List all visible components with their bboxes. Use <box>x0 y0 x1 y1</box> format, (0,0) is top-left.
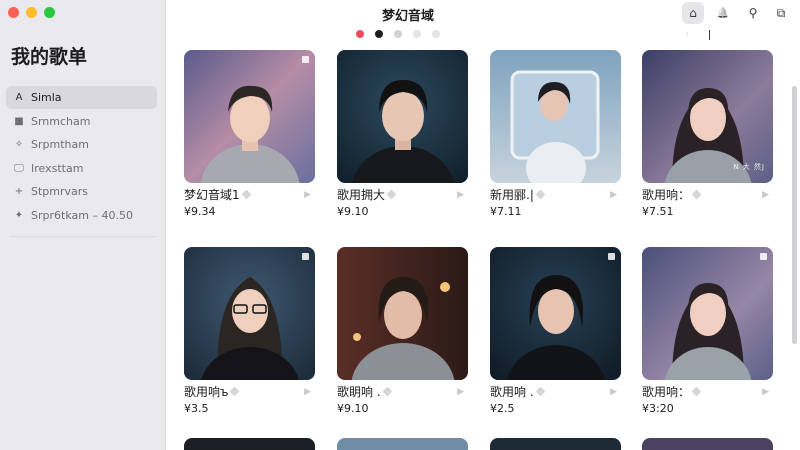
sidebar-item-label: Simla <box>31 91 62 104</box>
playlist-card-peek <box>337 438 468 450</box>
badge-icon <box>302 56 309 63</box>
playlist-card-peek <box>642 438 773 450</box>
carousel-cursor <box>709 30 710 40</box>
cover-art <box>337 247 468 380</box>
tag-icon <box>691 386 702 397</box>
cover-art <box>337 50 468 183</box>
carousel-prev-mark: ⁽ <box>686 32 689 42</box>
playlist-card-peek <box>490 438 621 450</box>
monitor-icon: 🖵 <box>14 162 24 174</box>
playlist-card[interactable]: 歌用响ъ ▶ ¥3.5 <box>184 247 315 415</box>
play-icon[interactable]: ▶ <box>457 387 464 397</box>
playlist-card[interactable]: 歌用响 . ▶ ¥2.5 <box>490 247 621 415</box>
playlist-title: 新用郦.| <box>490 188 534 202</box>
playlist-title: 歌眀响 . <box>337 385 381 399</box>
carousel-dot[interactable] <box>432 30 440 38</box>
cover-art <box>184 50 315 183</box>
plus-icon: + <box>14 186 24 197</box>
sidebar-item-label: Srnmcham <box>31 114 91 128</box>
carousel-dots <box>356 30 440 38</box>
sidebar: 我的歌单 A Simla ■ Srnmcham ✧ Srpmtham 🖵 Ire… <box>0 0 166 450</box>
playlist-card[interactable]: 歌用响： ▶ ¥3:20 <box>642 247 773 415</box>
sidebar-item-stpmrvars[interactable]: + Stpmrvars <box>6 180 157 203</box>
playlist-title: 歌用响 . <box>490 385 534 399</box>
tag-icon <box>386 189 397 200</box>
playlist-title: 歌用拥大 <box>337 188 386 202</box>
playlist-price: ¥9.10 <box>337 205 369 218</box>
cover-art <box>642 247 773 380</box>
playlist-price: ¥2.5 <box>490 402 515 415</box>
playlist-price: ¥3.5 <box>184 402 209 415</box>
playlist-card[interactable]: 新用郦.| ▶ ¥7.11 <box>490 50 621 218</box>
playlist-card[interactable]: N 大 然J 歌用响： ▶ ¥7.51 <box>642 50 773 218</box>
pin-button[interactable]: ⚲ <box>742 2 764 24</box>
play-icon[interactable]: ▶ <box>457 190 464 200</box>
badge-icon <box>608 253 615 260</box>
playlist-price: ¥7.51 <box>642 205 674 218</box>
share-icon: ⧉ <box>776 5 786 20</box>
home-icon: ⌂ <box>689 6 697 20</box>
play-icon[interactable]: ▶ <box>304 190 311 200</box>
play-icon[interactable]: ▶ <box>610 190 617 200</box>
scrollbar[interactable] <box>792 86 797 344</box>
playlist-price: ¥7.11 <box>490 205 522 218</box>
cover-overlay-text: N 大 然J <box>733 163 765 171</box>
sidebar-item-srnmcham[interactable]: ■ Srnmcham <box>6 110 157 133</box>
sidebar-divider <box>10 236 156 237</box>
tag-icon <box>241 189 252 200</box>
badge-icon <box>760 253 767 260</box>
playlist-title: 歌用响： <box>642 188 691 202</box>
tag-icon <box>535 189 546 200</box>
carousel-dot[interactable] <box>375 30 383 38</box>
play-icon[interactable]: ▶ <box>610 387 617 397</box>
cover-art <box>490 50 621 183</box>
carousel-dot[interactable] <box>356 30 364 38</box>
tag-icon <box>230 386 240 397</box>
play-icon[interactable]: ▶ <box>762 190 769 200</box>
playlist-card[interactable]: 歌用拥大 ▶ ¥9.10 <box>337 50 468 218</box>
playlist-card-peek <box>184 438 315 450</box>
tag-icon <box>691 189 702 200</box>
sidebar-item-irexsttam[interactable]: 🖵 Irexsttam <box>6 157 157 180</box>
sidebar-list: A Simla ■ Srnmcham ✧ Srpmtham 🖵 Irexstta… <box>6 86 157 227</box>
notifications-button[interactable]: 🔔 <box>712 2 734 24</box>
sidebar-item-srpr6tkam[interactable]: ✦ Srpr6tkam – 40.50 <box>6 204 157 227</box>
sidebar-item-simla[interactable]: A Simla <box>6 86 157 109</box>
playlist-price: ¥9.10 <box>337 402 369 415</box>
play-icon[interactable]: ▶ <box>762 387 769 397</box>
cover-art <box>184 247 315 380</box>
cover-art: N 大 然J <box>642 50 773 183</box>
window-title: 梦幻音域 <box>381 9 434 24</box>
playlist-title: 梦幻音域1 <box>184 188 240 202</box>
bell-icon: 🔔 <box>716 7 730 19</box>
badge-icon <box>302 253 309 260</box>
square-icon: ■ <box>14 115 24 127</box>
tag-icon <box>382 386 393 397</box>
cover-art <box>490 247 621 380</box>
playlist-title: 歌用响： <box>642 385 691 399</box>
pin-icon: ⚲ <box>748 6 758 20</box>
sidebar-title: 我的歌单 <box>11 46 88 68</box>
carousel-dot[interactable] <box>413 30 421 38</box>
sparkle-icon: ✧ <box>14 139 24 150</box>
sidebar-item-label: Irexsttam <box>31 161 84 175</box>
playlist-price: ¥9.34 <box>184 205 216 218</box>
wand-icon: ✦ <box>14 209 24 221</box>
carousel-dot[interactable] <box>394 30 402 38</box>
sidebar-item-label: Srpr6tkam – 40.50 <box>31 208 133 222</box>
share-button[interactable]: ⧉ <box>770 2 792 24</box>
playlist-card[interactable]: 歌眀响 . ▶ ¥9.10 <box>337 247 468 415</box>
playlist-card[interactable]: 梦幻音域1 ▶ ¥9.34 <box>184 50 315 218</box>
home-button[interactable]: ⌂ <box>682 2 704 24</box>
play-icon[interactable]: ▶ <box>304 387 311 397</box>
tag-icon <box>535 386 546 397</box>
playlist-title: 歌用响ъ <box>184 385 229 399</box>
sidebar-item-label: Stpmrvars <box>31 185 89 198</box>
user-icon: A <box>15 92 23 103</box>
playlist-price: ¥3:20 <box>642 402 674 415</box>
sidebar-item-srpmtham[interactable]: ✧ Srpmtham <box>6 133 157 156</box>
sidebar-item-label: Srpmtham <box>31 138 89 151</box>
